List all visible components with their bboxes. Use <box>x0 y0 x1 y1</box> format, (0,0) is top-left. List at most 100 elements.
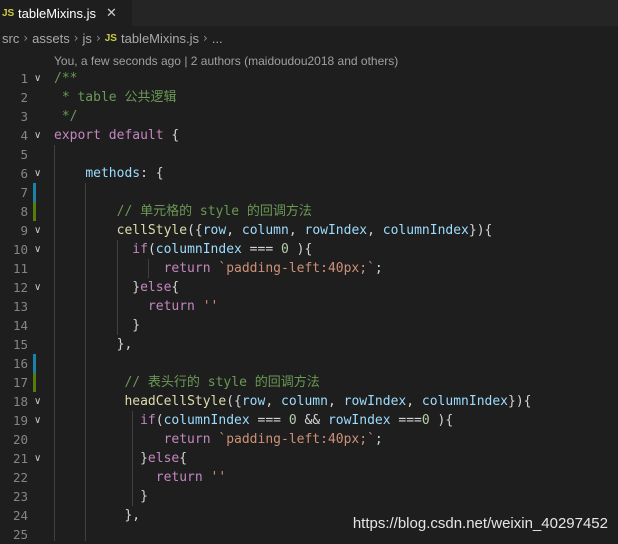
code-text: */ <box>54 107 78 126</box>
code-line[interactable]: 18 ∨ headCellStyle({row, column, rowIndex… <box>0 392 618 411</box>
line-number: 11 <box>12 261 28 276</box>
code-token: cellStyle <box>116 223 188 238</box>
code-token: column <box>281 394 328 409</box>
code-line[interactable]: 8 // 单元格的 style 的回调方法 <box>0 202 618 221</box>
code-line[interactable]: 7 <box>0 183 618 202</box>
line-number: 16 <box>12 356 28 371</box>
code-token: return <box>147 299 195 314</box>
line-number: 19 <box>12 413 28 428</box>
code-line[interactable]: 10 ∨ if(columnIndex === 0 ){ <box>0 240 618 259</box>
line-number: 18 <box>12 394 28 409</box>
code-token: ){ <box>429 413 454 428</box>
chevron-down-icon[interactable]: ∨ <box>34 69 41 88</box>
code-line[interactable]: 17 // 表头行的 style 的回调方法 <box>0 373 618 392</box>
code-line[interactable]: 19 ∨ if(columnIndex === 0 && rowIndex ===… <box>0 411 618 430</box>
chevron-down-icon[interactable]: ∨ <box>34 411 41 430</box>
code-token: return <box>163 432 211 447</box>
code-token: } <box>54 489 148 504</box>
code-text: methods: { <box>54 164 163 183</box>
code-token: '' <box>210 470 227 485</box>
chevron-down-icon[interactable]: ∨ <box>34 164 41 183</box>
line-number: 24 <box>12 508 28 523</box>
line-number: 17 <box>12 375 28 390</box>
code-line[interactable]: 16 <box>0 354 618 373</box>
js-file-icon: JS <box>104 32 117 44</box>
breadcrumb-assets[interactable]: assets <box>32 31 70 46</box>
code-token: columnIndex <box>382 223 469 238</box>
code-token: else <box>140 280 172 295</box>
breadcrumb-symbols[interactable]: ... <box>212 31 223 46</box>
code-token: }){ <box>468 223 493 238</box>
code-token: 0 <box>421 413 430 428</box>
chevron-right-icon: › <box>73 31 79 45</box>
breadcrumb-file[interactable]: tableMixins.js <box>121 31 199 46</box>
code-token: } <box>54 280 141 295</box>
code-text: return '' <box>54 297 218 316</box>
code-line[interactable]: 9 ∨ cellStyle({row, column, rowIndex, col… <box>0 221 618 240</box>
code-token: ({ <box>226 394 242 409</box>
line-number: 2 <box>20 90 28 105</box>
code-text: * table 公共逻辑 <box>54 88 177 107</box>
line-number: 7 <box>20 185 28 200</box>
code-line[interactable]: 6 ∨ methods: { <box>0 164 618 183</box>
code-line[interactable]: 12 ∨ }else{ <box>0 278 618 297</box>
code-line[interactable]: 14 } <box>0 316 618 335</box>
chevron-down-icon[interactable]: ∨ <box>34 221 41 240</box>
code-token: row <box>202 223 227 238</box>
breadcrumb: src › assets › js › JS tableMixins.js › … <box>0 26 618 50</box>
tab-tablemixins[interactable]: JS tableMixins.js ✕ <box>0 0 132 26</box>
code-line[interactable]: 5 <box>0 145 618 164</box>
code-line[interactable]: 20 return `padding-left:40px;`; <box>0 430 618 449</box>
codelens-blame[interactable]: You, a few seconds ago | 2 authors (maid… <box>54 53 398 69</box>
chevron-down-icon[interactable]: ∨ <box>34 278 41 297</box>
code-token: columnIndex <box>163 413 250 428</box>
line-number: 13 <box>12 299 28 314</box>
close-icon[interactable]: ✕ <box>106 6 117 21</box>
code-token: ; <box>374 432 383 447</box>
chevron-right-icon: › <box>23 31 29 45</box>
code-text: } <box>54 316 140 335</box>
code-line[interactable]: 2 * table 公共逻辑 <box>0 88 618 107</box>
code-token: return <box>155 470 203 485</box>
code-token: === <box>249 413 289 428</box>
code-line[interactable]: 11 return `padding-left:40px;`; <box>0 259 618 278</box>
breadcrumb-js[interactable]: js <box>83 31 92 46</box>
line-number: 9 <box>20 223 28 238</box>
watermark: https://blog.csdn.net/weixin_40297452 <box>352 515 608 532</box>
tab-label: tableMixins.js <box>18 5 97 21</box>
code-token: export <box>54 128 101 143</box>
chevron-down-icon[interactable]: ∨ <box>34 392 41 411</box>
code-line[interactable]: 21 ∨ }else{ <box>0 449 618 468</box>
code-line[interactable]: 3 */ <box>0 107 618 126</box>
chevron-down-icon[interactable]: ∨ <box>34 126 41 145</box>
code-token: // 表头行的 style 的回调方法 <box>124 375 320 390</box>
line-number: 12 <box>12 280 28 295</box>
code-line[interactable]: 22 return '' <box>0 468 618 487</box>
line-number: 4 <box>20 128 28 143</box>
chevron-down-icon[interactable]: ∨ <box>34 240 41 259</box>
chevron-down-icon[interactable]: ∨ <box>34 449 41 468</box>
code-text: }, <box>54 506 140 525</box>
code-line[interactable]: 1 ∨ /** <box>0 69 618 88</box>
breadcrumb-src[interactable]: src <box>2 31 19 46</box>
code-token: if <box>132 242 148 257</box>
code-editor[interactable]: You, a few seconds ago | 2 authors (maid… <box>0 50 618 542</box>
code-line[interactable]: 4 ∨ export default { <box>0 126 618 145</box>
code-token: `padding-left:40px;` <box>218 261 375 276</box>
code-token: * table 公共逻辑 <box>54 90 177 105</box>
code-token: '' <box>202 299 219 314</box>
line-number: 23 <box>12 489 28 504</box>
code-line[interactable]: 13 return '' <box>0 297 618 316</box>
code-line[interactable]: 15 }, <box>0 335 618 354</box>
code-text: }, <box>54 335 133 354</box>
code-line[interactable]: 23 } <box>0 487 618 506</box>
code-token: }, <box>54 508 141 523</box>
code-text: return '' <box>54 468 226 487</box>
code-text: /** <box>54 69 77 88</box>
